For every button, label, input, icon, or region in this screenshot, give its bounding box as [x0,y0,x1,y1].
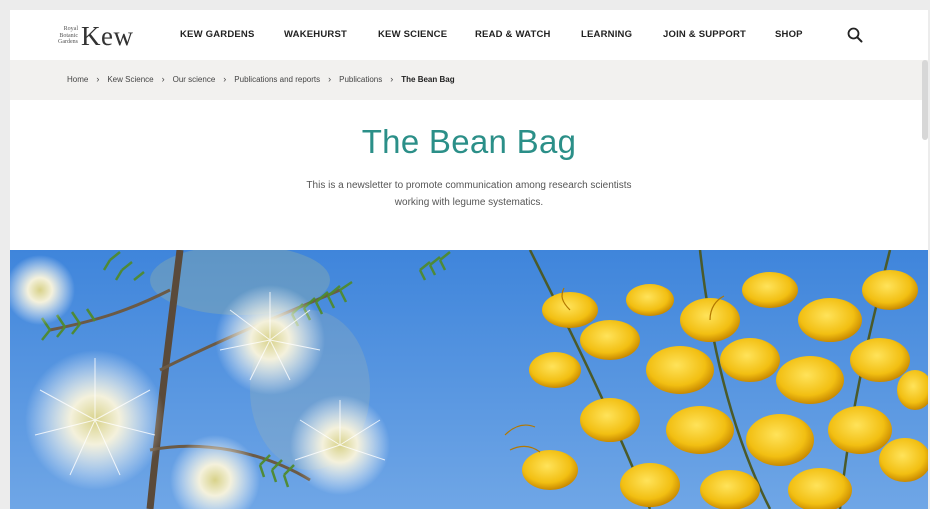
logo-line-gardens: Gardens [58,39,78,46]
top-navigation: Royal Botanic Gardens Kew KEW GARDENS WA… [10,10,928,61]
breadcrumb-our-science[interactable]: Our science [173,75,216,84]
breadcrumb-current: The Bean Bag [401,74,455,84]
nav-shop[interactable]: SHOP [775,29,803,40]
chevron-right-icon: › [390,74,394,84]
nav-wakehurst[interactable]: WAKEHURST [284,29,347,40]
page-description: This is a newsletter to promote communic… [244,177,694,211]
nav-kew-gardens[interactable]: KEW GARDENS [180,29,255,40]
breadcrumb-home[interactable]: Home [67,75,88,84]
breadcrumb-row: Home › Kew Science › Our science › Publi… [67,74,455,84]
breadcrumb-publications-reports[interactable]: Publications and reports [234,75,320,84]
logo-small-text: Royal Botanic Gardens [58,26,78,46]
browser-page: Royal Botanic Gardens Kew KEW GARDENS WA… [10,10,928,509]
logo-wordmark: Kew [81,21,134,51]
search-icon[interactable] [846,26,864,44]
nav-read-watch[interactable]: READ & WATCH [475,29,551,40]
breadcrumb: Home › Kew Science › Our science › Publi… [10,60,928,100]
chevron-right-icon: › [96,74,100,84]
breadcrumb-kew-science[interactable]: Kew Science [107,75,153,84]
nav-learning[interactable]: LEARNING [581,29,632,40]
nav-join-support[interactable]: JOIN & SUPPORT [663,29,746,40]
hero-image [10,250,928,509]
nav-kew-science[interactable]: KEW SCIENCE [378,29,447,40]
breadcrumb-publications[interactable]: Publications [339,75,382,84]
description-line-1: This is a newsletter to promote communic… [306,180,632,191]
chevron-right-icon: › [223,74,227,84]
kew-logo[interactable]: Royal Botanic Gardens Kew [58,21,134,51]
page-title: The Bean Bag [361,123,577,160]
chevron-right-icon: › [328,74,332,84]
legume-flowers-photo [10,250,928,509]
description-line-2: working with legume systematics. [394,197,544,208]
chevron-right-icon: › [161,74,165,84]
